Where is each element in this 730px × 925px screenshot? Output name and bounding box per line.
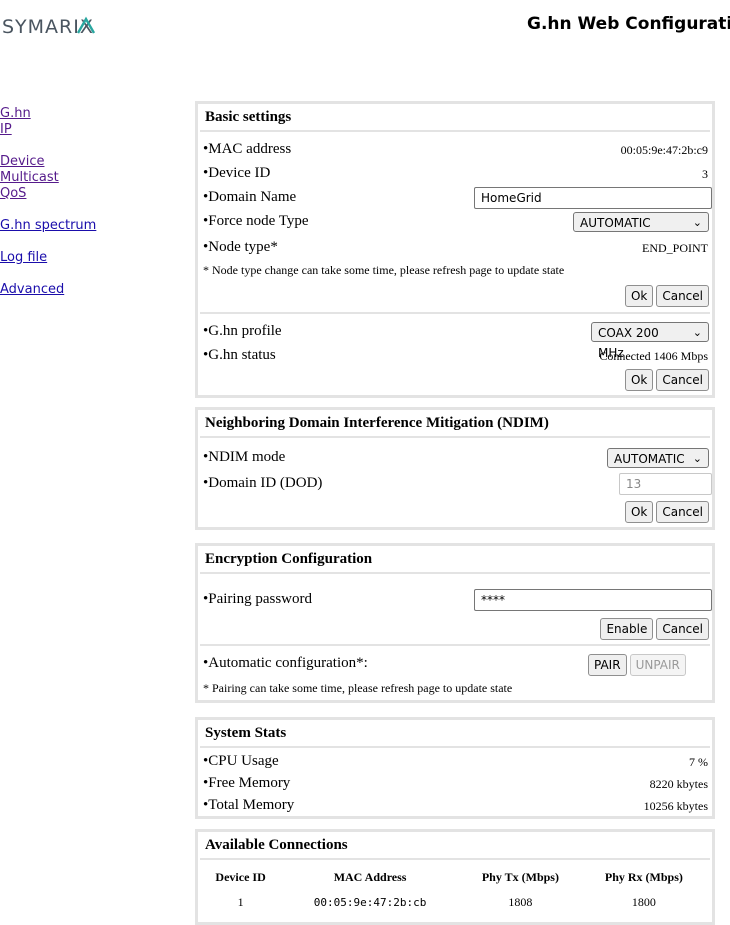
- column-header-phy-rx: Phy Rx (Mbps): [604, 869, 683, 884]
- row-cpu-usage: •CPU Usage 7 %: [198, 750, 712, 772]
- cell-phy-rx: 1800: [631, 894, 656, 909]
- row-pairing-password: •Pairing password: [198, 588, 712, 612]
- ndim-mode-select[interactable]: AUTOMATIC ⌄: [607, 448, 709, 468]
- cpu-usage-value: 7 %: [689, 755, 708, 769]
- row-ghn-status: •G.hn status Connected 1406 Mbps: [198, 344, 712, 368]
- unpair-button[interactable]: UNPAIR: [629, 654, 686, 676]
- cpu-usage-label: •CPU Usage: [203, 753, 279, 769]
- enable-button[interactable]: Enable: [600, 618, 654, 640]
- nav-link-qos[interactable]: QoS: [0, 186, 96, 202]
- force-node-type-selected: AUTOMATIC: [580, 216, 651, 230]
- chevron-down-icon: ⌄: [692, 326, 702, 339]
- divider: [200, 312, 710, 314]
- column-header-mac-address: MAC Address: [333, 869, 407, 884]
- panel-title: Encryption Configuration: [200, 546, 710, 574]
- ndim-cancel-button[interactable]: Cancel: [656, 501, 709, 523]
- row-ghn-profile: •G.hn profile COAX 200 MHz ⌄: [198, 320, 712, 360]
- profile-buttons: Ok Cancel: [198, 368, 712, 392]
- ndim-mode-selected: AUTOMATIC: [614, 452, 685, 466]
- domain-id-input[interactable]: [619, 473, 712, 495]
- panel-title: Neighboring Domain Interference Mitigati…: [200, 410, 710, 438]
- pairing-note: * Pairing can take some time, please ref…: [203, 681, 513, 695]
- row-total-memory: •Total Memory 10256 kbytes: [198, 794, 712, 816]
- available-connections-panel: Available Connections Device ID MAC Addr…: [195, 829, 715, 925]
- automatic-configuration-label: •Automatic configuration*:: [203, 655, 368, 671]
- ghn-status-label: •G.hn status: [203, 347, 276, 363]
- symarix-logo: SYMARIX: [2, 14, 142, 40]
- free-memory-value: 8220 kbytes: [649, 777, 708, 791]
- force-node-type-select[interactable]: AUTOMATIC ⌄: [573, 212, 709, 232]
- ghn-profile-label: •G.hn profile: [203, 323, 282, 339]
- basic-buttons: Ok Cancel: [198, 284, 712, 308]
- basic-ok-button[interactable]: Ok: [624, 285, 654, 307]
- domain-id-label: •Domain ID (DOD): [203, 475, 323, 491]
- panel-title: System Stats: [200, 720, 710, 748]
- nav-link-spectrum[interactable]: G.hn spectrum: [0, 218, 96, 234]
- ghn-status-value: Connected 1406 Mbps: [599, 349, 708, 363]
- row-force-node-type: •Force node Type AUTOMATIC ⌄: [198, 210, 712, 236]
- encryption-cancel-button[interactable]: Cancel: [656, 618, 709, 640]
- row-mac-address: •MAC address 00:05:9e:47:2b:c9: [198, 138, 712, 162]
- page-title: G.hn Web Configuratio: [527, 14, 730, 34]
- ndim-ok-button[interactable]: Ok: [624, 501, 654, 523]
- device-id-value: 3: [702, 167, 708, 181]
- ndim-mode-label: •NDIM mode: [203, 449, 286, 465]
- chevron-down-icon: ⌄: [692, 452, 702, 465]
- node-type-note: * Node type change can take some time, p…: [203, 263, 565, 277]
- total-memory-value: 10256 kbytes: [643, 799, 708, 813]
- connections-table: Device ID MAC Address Phy Tx (Mbps) Phy …: [200, 864, 706, 914]
- pairing-password-input[interactable]: [474, 589, 712, 611]
- basic-settings-panel: Basic settings •MAC address 00:05:9e:47:…: [195, 101, 715, 398]
- cell-device-id: 1: [237, 894, 244, 909]
- mac-address-value: 00:05:9e:47:2b:c9: [620, 143, 708, 157]
- panel-title: Available Connections: [200, 832, 710, 860]
- divider: [200, 644, 710, 646]
- row-ndim-mode: •NDIM mode AUTOMATIC ⌄: [198, 446, 712, 472]
- nav-link-multicast[interactable]: Multicast: [0, 170, 96, 186]
- system-stats-panel: System Stats •CPU Usage 7 % •Free Memory…: [195, 717, 715, 819]
- nav-link-ghn[interactable]: G.hn: [0, 106, 96, 122]
- ndim-buttons: Ok Cancel: [198, 500, 712, 524]
- table-header-row: Device ID MAC Address Phy Tx (Mbps) Phy …: [200, 864, 706, 890]
- total-memory-label: •Total Memory: [203, 797, 295, 813]
- row-domain-id: •Domain ID (DOD): [198, 472, 712, 498]
- node-type-label: •Node type*: [203, 239, 278, 255]
- device-id-label: •Device ID: [203, 165, 271, 181]
- column-header-phy-tx: Phy Tx (Mbps): [481, 869, 559, 884]
- ghn-profile-select[interactable]: COAX 200 MHz ⌄: [591, 322, 709, 360]
- nav-link-ip[interactable]: IP: [0, 122, 96, 138]
- domain-name-label: •Domain Name: [203, 189, 297, 205]
- encryption-buttons: Enable Cancel: [198, 617, 712, 641]
- cell-mac-address: 00:05:9e:47:2b:cb: [313, 895, 427, 909]
- row-node-type: •Node type* END_POINT: [198, 236, 712, 260]
- force-node-type-label: •Force node Type: [203, 213, 309, 229]
- cell-phy-tx: 1808: [508, 894, 533, 909]
- sidebar-nav: G.hn IP Device Multicast QoS G.hn spectr…: [0, 106, 96, 298]
- encryption-panel: Encryption Configuration •Pairing passwo…: [195, 543, 715, 703]
- profile-ok-button[interactable]: Ok: [624, 369, 654, 391]
- row-device-id: •Device ID 3: [198, 162, 712, 186]
- row-domain-name: •Domain Name: [198, 186, 712, 210]
- chevron-down-icon: ⌄: [692, 216, 702, 229]
- table-row: 1 00:05:9e:47:2b:cb 1808 1800: [200, 890, 706, 914]
- free-memory-label: •Free Memory: [203, 775, 291, 791]
- column-header-device-id: Device ID: [215, 869, 266, 884]
- logo-graphic: SYMARIX: [2, 16, 96, 38]
- node-type-value: END_POINT: [642, 241, 708, 255]
- ndim-panel: Neighboring Domain Interference Mitigati…: [195, 407, 715, 530]
- pair-button[interactable]: PAIR: [588, 654, 627, 676]
- nav-link-advanced[interactable]: Advanced: [0, 282, 96, 298]
- mac-address-label: •MAC address: [203, 141, 292, 157]
- profile-cancel-button[interactable]: Cancel: [656, 369, 709, 391]
- pairing-password-label: •Pairing password: [203, 591, 312, 607]
- domain-name-input[interactable]: [474, 187, 712, 209]
- row-free-memory: •Free Memory 8220 kbytes: [198, 772, 712, 794]
- panel-title: Basic settings: [200, 104, 710, 132]
- nav-link-device[interactable]: Device: [0, 154, 96, 170]
- nav-link-logfile[interactable]: Log file: [0, 250, 96, 266]
- basic-cancel-button[interactable]: Cancel: [656, 285, 709, 307]
- row-automatic-configuration: •Automatic configuration*: PAIR UNPAIR: [198, 652, 712, 678]
